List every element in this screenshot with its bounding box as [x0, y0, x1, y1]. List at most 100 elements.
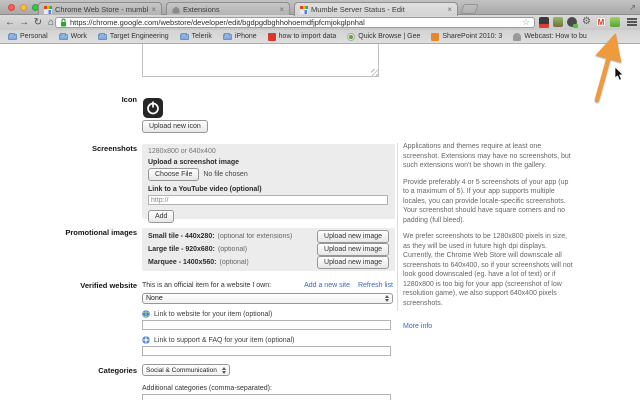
tab-strip: Chrome Web Store - mumbl × Extensions × … — [0, 0, 640, 16]
folder-icon — [58, 32, 68, 40]
categories-section-label: Categories — [98, 366, 137, 375]
bookmark-folder-personal[interactable]: Personal — [8, 32, 48, 40]
address-bar[interactable]: https://chrome.google.com/webstore/devel… — [55, 17, 535, 28]
promo-row-small-tile: Small tile - 440x280: (optional for exte… — [148, 230, 389, 244]
webstore-edit-page: Icon Upload new icon Screenshots 1280x80… — [0, 44, 640, 400]
bookmark-folder-telerik[interactable]: Telerik — [179, 32, 212, 40]
youtube-link-heading: Link to a YouTube video (optional) — [148, 186, 262, 194]
upload-new-icon-button[interactable]: Upload new icon — [142, 120, 208, 134]
tab-extensions[interactable]: Extensions × — [166, 2, 290, 16]
green-extension-icon[interactable] — [610, 17, 620, 27]
tab-mumble-server-status[interactable]: Mumble Server Status - Edit × — [294, 2, 458, 16]
upload-marquee-button[interactable]: Upload new image — [317, 256, 389, 270]
select-stepper-icon — [219, 366, 226, 374]
add-video-button[interactable]: Add — [148, 210, 175, 224]
bookmark-folder-target-engineering[interactable]: Target Engineering — [97, 32, 169, 40]
support-url-input[interactable] — [142, 346, 391, 356]
folder-icon — [222, 32, 232, 40]
website-link-row: Link to website for your item (optional) — [142, 310, 272, 318]
column-divider — [397, 143, 398, 311]
bookmark-folder-iphone[interactable]: iPhone — [222, 32, 257, 40]
browser-toolbar: ← → ↻ ⌂ https://chrome.google.com/websto… — [0, 15, 640, 30]
gear-extension-icon[interactable]: ⚙ — [581, 17, 592, 27]
back-button[interactable]: ← — [3, 15, 17, 30]
counter-badge-extension-icon[interactable] — [539, 17, 549, 28]
category-select[interactable]: Social & Communication — [142, 364, 230, 376]
upload-small-tile-button[interactable]: Upload new image — [317, 230, 389, 244]
promo-row-large-tile: Large tile - 920x680: (optional) Upload … — [148, 243, 389, 257]
reload-button[interactable]: ↻ — [31, 15, 45, 30]
additional-categories-input[interactable] — [142, 394, 391, 400]
gmail-extension-icon[interactable]: M — [596, 17, 606, 27]
screenshots-box: 1280x800 or 640x400 Upload a screenshot … — [142, 144, 395, 224]
bookmark-sharepoint-2010[interactable]: SharePoint 2010: 3 — [431, 32, 502, 41]
chrome-menu-icon[interactable] — [627, 18, 637, 26]
extensions-puzzle-favicon — [172, 6, 180, 13]
extension-icons: ⚙ M — [539, 17, 637, 28]
bookmark-star-icon[interactable]: ☆ — [522, 18, 530, 27]
window-controls — [8, 4, 39, 11]
add-new-site-link[interactable]: Add a new site — [304, 282, 350, 289]
support-lifering-icon — [142, 336, 150, 344]
orange-favicon — [431, 32, 440, 41]
green-check-favicon — [347, 32, 356, 41]
screenshot-help-panel: Applications and themes require at least… — [403, 142, 574, 333]
promo-section-label: Promotional images — [65, 228, 137, 237]
red-favicon — [267, 32, 276, 41]
textarea-resize-handle[interactable] — [371, 69, 378, 76]
bookmarks-bar: Personal Work Target Engineering Telerik… — [0, 30, 640, 44]
folder-icon — [179, 32, 189, 40]
shield-badge-extension-icon[interactable] — [567, 17, 578, 28]
tab-close-icon[interactable]: × — [151, 5, 156, 14]
webstore-favicon — [44, 5, 52, 14]
bookmark-quick-browse[interactable]: Quick Browse | Gee — [347, 32, 420, 41]
mumble-app-icon — [143, 98, 163, 118]
youtube-url-input[interactable] — [148, 195, 388, 206]
tab-chrome-web-store[interactable]: Chrome Web Store - mumbl × — [38, 2, 162, 16]
webstore-favicon — [300, 5, 308, 14]
no-file-chosen-text: No file chosen — [203, 171, 248, 179]
select-stepper-icon — [382, 295, 389, 302]
tab-title: Chrome Web Store - mumbl — [55, 5, 149, 14]
additional-categories-label: Additional categories (comma-separated): — [142, 385, 272, 392]
minimize-window-button[interactable] — [20, 4, 27, 11]
promo-images-box: Small tile - 440x280: (optional for exte… — [142, 228, 395, 271]
browser-window: Chrome Web Store - mumbl × Extensions × … — [0, 0, 640, 400]
folder-icon — [97, 32, 107, 40]
support-link-row: Link to support & FAQ for your item (opt… — [142, 336, 294, 344]
description-textarea[interactable] — [142, 44, 379, 77]
more-info-link[interactable]: More info — [403, 323, 432, 330]
help-paragraph: Provide preferably 4 or 5 screenshots of… — [403, 178, 569, 224]
verified-website-label: Verified website — [80, 281, 137, 290]
bookmark-how-to-import-data[interactable]: how to import data — [267, 32, 336, 41]
close-window-button[interactable] — [8, 4, 15, 11]
bookmark-webcast[interactable]: Webcast: How to bu — [513, 32, 587, 41]
upload-large-tile-button[interactable]: Upload new image — [317, 243, 389, 257]
website-link-heading: Link to website for your item (optional) — [154, 310, 273, 318]
official-item-text: This is an official item for a website I… — [142, 282, 272, 289]
globe-icon — [142, 310, 150, 318]
new-tab-button[interactable] — [460, 4, 479, 14]
promo-row-marquee: Marquee - 1400x560: (optional) Upload ne… — [148, 256, 389, 270]
folder-icon — [8, 32, 17, 40]
help-paragraph: We prefer screenshots to be 1280x800 pix… — [403, 233, 573, 307]
tab-close-icon[interactable]: × — [279, 5, 284, 14]
tab-title: Mumble Server Status - Edit — [311, 5, 405, 14]
people-favicon — [513, 32, 522, 41]
tab-close-icon[interactable]: × — [447, 5, 452, 14]
secure-lock-icon — [61, 18, 66, 27]
persona-extension-icon[interactable] — [553, 17, 563, 27]
forward-button[interactable]: → — [17, 15, 31, 30]
screenshots-section-label: Screenshots — [91, 144, 137, 153]
refresh-list-link[interactable]: Refresh list — [358, 282, 393, 289]
bookmark-folder-work[interactable]: Work — [58, 32, 87, 40]
website-url-input[interactable] — [142, 320, 391, 330]
screenshot-size-hint: 1280x800 or 640x400 — [148, 148, 216, 155]
fullscreen-icon[interactable]: ↗ — [629, 3, 636, 12]
support-link-heading: Link to support & FAQ for your item (opt… — [154, 336, 295, 344]
verified-website-row: This is an official item for a website I… — [142, 282, 393, 289]
verified-site-select[interactable]: None — [142, 293, 393, 304]
icon-section-label: Icon — [121, 95, 137, 104]
upload-screenshot-heading: Upload a screenshot image — [148, 159, 240, 166]
choose-file-button[interactable]: Choose File — [148, 168, 200, 182]
